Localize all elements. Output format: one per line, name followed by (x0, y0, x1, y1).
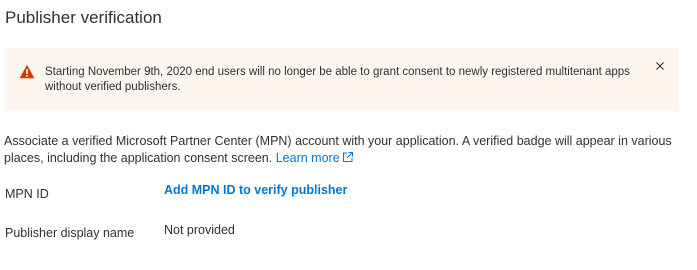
page-title: Publisher verification (5, 8, 162, 27)
publisher-display-name-label: Publisher display name (5, 226, 135, 240)
learn-more-link[interactable]: Learn more (276, 151, 354, 165)
banner-message: Starting November 9th, 2020 end users wi… (45, 66, 630, 93)
publisher-verification-page: Publisher verification Starting November… (0, 0, 697, 270)
add-mpn-id-link[interactable]: Add MPN ID to verify publisher (164, 182, 347, 198)
publisher-display-name-value: Not provided (164, 223, 235, 237)
warning-banner: Starting November 9th, 2020 end users wi… (4, 48, 679, 111)
external-link-icon (342, 151, 354, 163)
learn-more-label: Learn more (275, 151, 340, 165)
warning-icon (19, 64, 35, 79)
mpn-id-label: MPN ID (5, 187, 49, 201)
description: Associate a verified Microsoft Partner C… (4, 133, 689, 167)
close-icon[interactable] (653, 59, 667, 73)
